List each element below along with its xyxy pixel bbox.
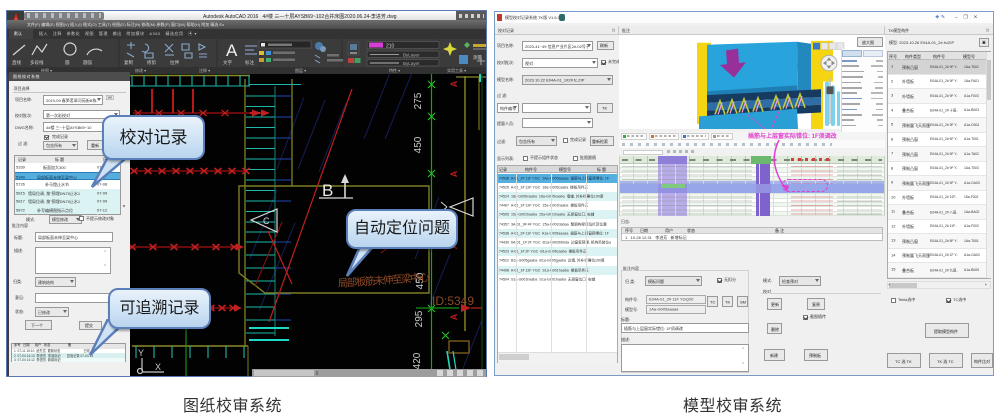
svg-text:420: 420 — [412, 352, 423, 369]
svg-text:直线: 直线 — [12, 59, 21, 65]
svg-text:X: X — [155, 362, 161, 372]
svg-text:275: 275 — [413, 92, 424, 109]
svg-text:C: C — [263, 216, 270, 226]
svg-text:多段线: 多段线 — [30, 59, 44, 66]
svg-text:圆弧: 圆弧 — [83, 59, 92, 66]
svg-text:B: B — [322, 181, 333, 200]
svg-text:拉伸: 拉伸 — [170, 59, 179, 66]
svg-text:ByLayer: ByLayer — [403, 61, 420, 66]
svg-text:复制: 复制 — [124, 59, 133, 66]
svg-text:文字: 文字 — [223, 59, 232, 66]
svg-text:295: 295 — [414, 310, 425, 327]
svg-text:标注: 标注 — [245, 59, 254, 66]
svg-text:修剪: 修剪 — [147, 59, 156, 66]
svg-text:A: A — [449, 80, 459, 87]
svg-text:450: 450 — [413, 136, 424, 153]
svg-text:Y: Y — [138, 348, 144, 358]
svg-text:A: A — [449, 170, 459, 177]
svg-text:圆: 圆 — [65, 60, 70, 66]
svg-text:210: 210 — [386, 44, 395, 50]
svg-text:A: A — [449, 313, 459, 320]
svg-text:ID:5349: ID:5349 — [432, 294, 474, 308]
svg-text:ByLayer: ByLayer — [403, 53, 420, 58]
svg-text:A: A — [226, 41, 238, 60]
